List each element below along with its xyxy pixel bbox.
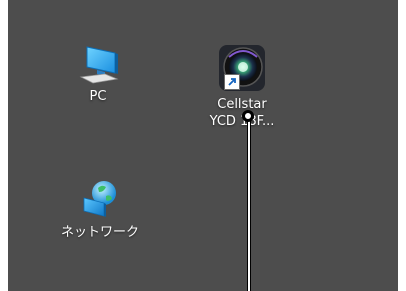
network-globe-icon (72, 176, 128, 224)
desktop-icon-label: ネットワーク (60, 225, 139, 240)
pointer-dot (242, 110, 254, 122)
desktop-icon-label-line1: Cellstar (217, 97, 267, 112)
desktop: PC Cellstar YCD 18F... ネットワーク (8, 0, 398, 291)
camera-lens-shortcut-icon (214, 40, 270, 96)
desktop-icon-network[interactable]: ネットワーク (54, 176, 146, 241)
pointer-line (247, 117, 251, 291)
desktop-icon-label: PC (89, 89, 107, 104)
monitor-icon (70, 42, 126, 88)
desktop-icon-pc[interactable]: PC (68, 42, 128, 105)
shortcut-arrow-icon (224, 74, 240, 90)
